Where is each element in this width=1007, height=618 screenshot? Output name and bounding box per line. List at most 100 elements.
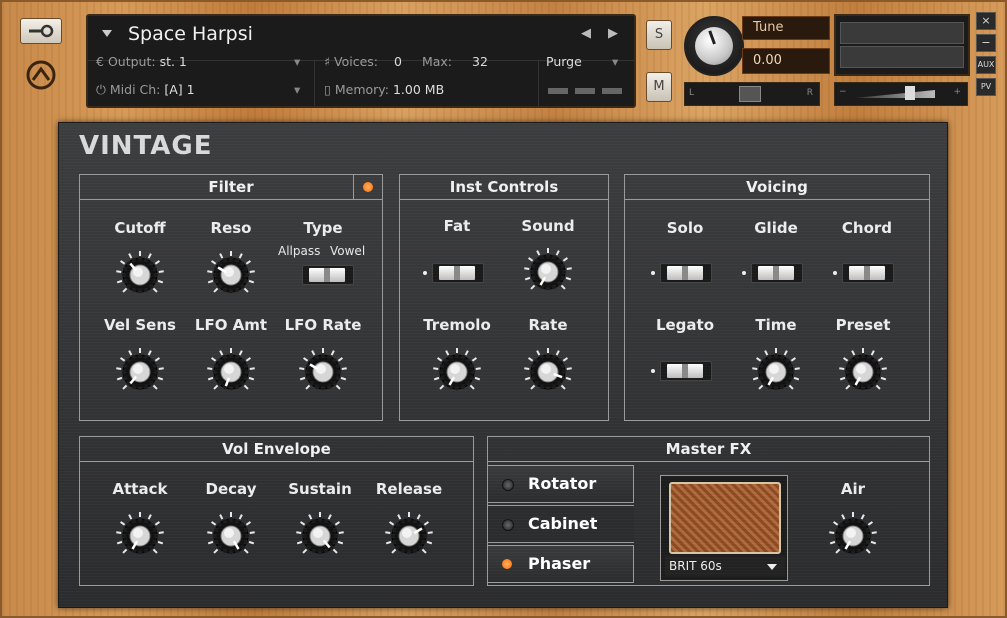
lfo-rate-label: LFO Rate — [284, 316, 362, 334]
sustain-knob[interactable] — [295, 511, 345, 561]
sustain-label: Sustain — [288, 480, 352, 498]
reso-knob[interactable] — [206, 250, 256, 300]
rate-knob[interactable] — [523, 347, 573, 397]
time-label: Time — [755, 316, 797, 334]
preset-knob[interactable] — [838, 347, 888, 397]
minimize-icon[interactable]: − — [976, 34, 996, 52]
release-knob[interactable] — [384, 511, 434, 561]
pv-button[interactable]: PV — [976, 78, 996, 96]
type-vowel-label: Vowel — [330, 244, 366, 258]
type-label: Type — [303, 219, 343, 237]
filter-section: Filter Cutoff Reso Type Allpass Vowel Ve… — [79, 174, 383, 421]
tremolo-knob[interactable] — [432, 347, 482, 397]
voicing-section: Voicing Solo Glide Chord Legato Time Pre… — [624, 174, 930, 421]
solo-switch[interactable] — [651, 263, 712, 283]
purge-label: Purge — [546, 54, 582, 69]
rotator-button[interactable]: Rotator — [488, 465, 634, 503]
legato-switch[interactable] — [651, 361, 712, 381]
vol-envelope-header: Vol Envelope — [80, 437, 473, 462]
air-label: Air — [840, 480, 866, 498]
close-icon[interactable]: × — [976, 12, 996, 30]
pan-slider[interactable]: L R — [684, 82, 820, 106]
lfo-amt-label: LFO Amt — [194, 316, 268, 334]
voices-value: 0 — [394, 54, 402, 69]
volume-slider[interactable]: − + — [834, 82, 968, 106]
level-meter-right — [840, 46, 964, 68]
fat-label: Fat — [443, 217, 471, 235]
aux-button[interactable]: AUX — [976, 56, 996, 74]
fat-switch[interactable] — [423, 263, 484, 283]
pan-left-label: L — [689, 88, 695, 98]
tune-knob[interactable] — [684, 16, 744, 76]
cutoff-knob[interactable] — [115, 250, 165, 300]
instrument-header: Space Harpsi ◀ ▶ € Output: st. 1 ▾ ⏻ Mid… — [86, 14, 636, 108]
attack-label: Attack — [112, 480, 168, 498]
master-fx-section: Master FX Rotator Cabinet Phaser BRIT 60… — [487, 436, 930, 586]
midi-dropdown-icon[interactable]: ▾ — [294, 82, 300, 97]
inst-controls-section: Inst Controls Fat Sound Tremolo Rate — [399, 174, 609, 421]
solo-button[interactable]: S — [646, 20, 672, 50]
filter-type-switch[interactable] — [302, 265, 354, 285]
header-divider — [538, 60, 539, 106]
midi-channel-selector[interactable]: ⏻ Midi Ch: [A] 1 — [96, 82, 195, 98]
time-knob[interactable] — [751, 347, 801, 397]
rotator-label: Rotator — [528, 474, 597, 493]
cabinet-selector[interactable]: BRIT 60s — [660, 475, 788, 581]
decay-knob[interactable] — [206, 511, 256, 561]
voices-display: ♯ Voices: 0 Max: 32 — [324, 54, 488, 69]
memory-icon: ▯ — [324, 82, 335, 97]
voices-label: Voices: — [334, 54, 379, 69]
glide-switch[interactable] — [742, 263, 803, 283]
lfo-rate-knob[interactable] — [298, 347, 348, 397]
purge-menu[interactable]: Purge — [546, 54, 582, 69]
cabinet-button[interactable]: Cabinet — [488, 505, 634, 543]
inst-controls-header: Inst Controls — [400, 175, 608, 200]
air-knob[interactable] — [828, 511, 878, 561]
rate-label: Rate — [528, 316, 568, 334]
prev-instrument-icon[interactable]: ◀ — [581, 26, 591, 41]
instrument-name[interactable]: Space Harpsi — [128, 23, 253, 45]
output-selector[interactable]: € Output: st. 1 — [96, 54, 187, 69]
panel-title: VINTAGE — [79, 131, 213, 161]
tune-label: Tune — [742, 16, 830, 40]
cabinet-label: Cabinet — [528, 514, 598, 533]
instrument-menu-icon[interactable] — [102, 30, 112, 37]
lfo-amt-knob[interactable] — [206, 347, 256, 397]
volume-ramp — [855, 90, 935, 98]
filter-enable-button[interactable] — [353, 175, 382, 199]
pan-slider-handle[interactable] — [739, 86, 761, 102]
wrench-icon[interactable] — [20, 18, 62, 44]
type-allpass-label: Allpass — [278, 244, 321, 258]
volume-slider-handle[interactable] — [905, 86, 915, 100]
preset-label: Preset — [835, 316, 891, 334]
legato-label: Legato — [655, 316, 715, 334]
decay-label: Decay — [205, 480, 257, 498]
max-voices-value[interactable]: 32 — [472, 54, 488, 69]
memory-display: ▯ Memory: 1.00 MB — [324, 82, 444, 97]
sound-knob[interactable] — [523, 247, 573, 297]
cabinet-dropdown-icon[interactable] — [767, 564, 777, 570]
sound-label: Sound — [521, 217, 575, 235]
release-label: Release — [375, 480, 443, 498]
phaser-button[interactable]: Phaser — [488, 545, 634, 583]
cabinet-led — [502, 519, 514, 531]
tune-value[interactable]: 0.00 — [742, 48, 830, 74]
phaser-label: Phaser — [528, 554, 591, 573]
vol-envelope-section: Vol Envelope Attack Decay Sustain Releas… — [79, 436, 474, 586]
output-value: st. 1 — [159, 54, 187, 69]
phaser-led — [502, 559, 512, 569]
attack-knob[interactable] — [115, 511, 165, 561]
midi-label: Midi Ch: — [109, 82, 161, 97]
vintage-panel: VINTAGE Filter Cutoff Reso Type Allpass … — [58, 122, 948, 608]
mute-button[interactable]: M — [646, 72, 672, 102]
native-instruments-logo-icon — [26, 60, 56, 90]
next-instrument-icon[interactable]: ▶ — [608, 26, 618, 41]
output-dropdown-icon[interactable]: ▾ — [294, 54, 300, 69]
vel-sens-knob[interactable] — [115, 347, 165, 397]
vel-sens-label: Vel Sens — [104, 316, 176, 334]
volume-minus-icon: − — [839, 87, 847, 97]
filter-enable-led — [363, 182, 373, 192]
purge-dropdown-icon[interactable]: ▾ — [612, 54, 618, 69]
midi-icon: ⏻ — [96, 82, 110, 97]
chord-switch[interactable] — [833, 263, 894, 283]
